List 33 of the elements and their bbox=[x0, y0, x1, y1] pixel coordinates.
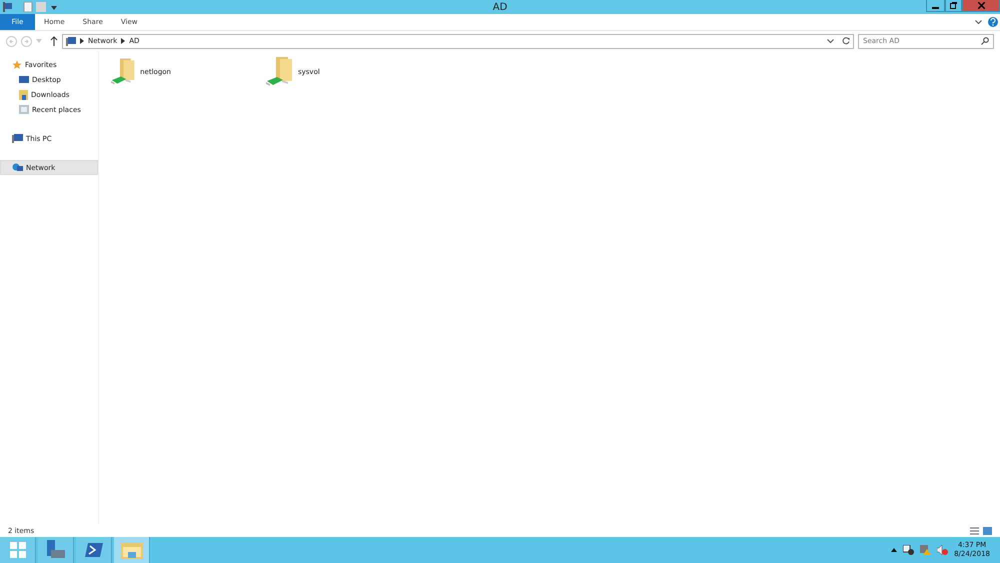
arrow-icon[interactable] bbox=[121, 38, 126, 44]
refresh-icon[interactable] bbox=[842, 37, 850, 45]
recent-places-icon bbox=[19, 105, 29, 114]
search-icon bbox=[981, 37, 989, 45]
folder-icon bbox=[120, 541, 142, 559]
help-icon[interactable] bbox=[988, 17, 998, 27]
monitor-icon bbox=[19, 76, 29, 84]
server-manager-icon bbox=[44, 540, 66, 560]
chevron-icon[interactable] bbox=[975, 20, 982, 24]
caret-icon[interactable] bbox=[891, 548, 898, 552]
shared-folder-icon bbox=[266, 57, 294, 87]
up-arrow-icon[interactable] bbox=[50, 36, 58, 46]
flag-icon[interactable] bbox=[903, 545, 914, 555]
window-title: AD bbox=[492, 2, 508, 12]
arrow-icon[interactable] bbox=[80, 38, 84, 44]
minimize-button[interactable] bbox=[926, 0, 945, 12]
folder-icon bbox=[19, 90, 28, 100]
network-icon bbox=[12, 163, 23, 172]
powershell-icon bbox=[84, 543, 102, 557]
details-view-icon[interactable] bbox=[970, 526, 979, 534]
taskbar-app[interactable] bbox=[38, 537, 74, 563]
restore-button[interactable] bbox=[945, 0, 962, 12]
chevron-icon[interactable] bbox=[827, 38, 834, 44]
muted-speaker-icon[interactable] bbox=[937, 545, 948, 555]
restore-icon bbox=[950, 2, 957, 9]
large-icons-view-icon[interactable] bbox=[983, 526, 992, 534]
close-icon bbox=[978, 2, 984, 9]
close-button[interactable] bbox=[962, 0, 1000, 12]
shared-folder-icon bbox=[111, 57, 136, 87]
windows-logo-icon bbox=[10, 542, 26, 558]
start-button[interactable] bbox=[0, 537, 36, 563]
star-icon bbox=[12, 60, 22, 70]
taskbar-app[interactable] bbox=[76, 537, 112, 563]
